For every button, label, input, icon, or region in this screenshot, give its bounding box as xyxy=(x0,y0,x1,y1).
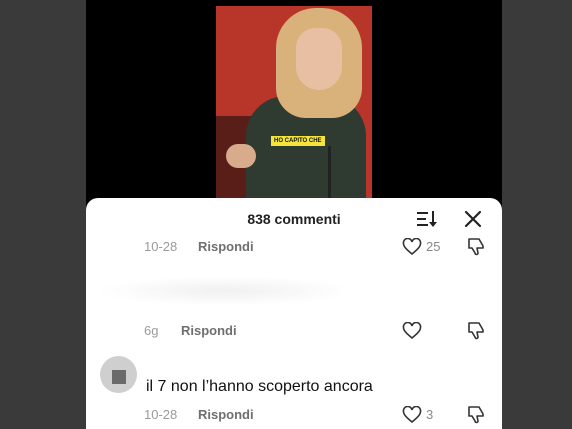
comment-date: 6g xyxy=(144,323,159,338)
dislike-icon[interactable] xyxy=(466,320,486,340)
background-left xyxy=(0,0,86,429)
heart-icon[interactable] xyxy=(402,322,422,340)
avatar[interactable] xyxy=(100,356,137,393)
comments-count-title: 838 commenti xyxy=(247,211,341,227)
comment-date: 10-28 xyxy=(144,407,178,422)
reply-button[interactable]: Rispondi xyxy=(198,239,254,254)
video-caption: HO CAPITO CHE xyxy=(271,136,325,146)
comment-date: 10-28 xyxy=(144,239,178,254)
video-person-face xyxy=(296,28,342,90)
comment-text: il 7 non l’hanno scoperto ancora xyxy=(146,378,373,395)
background-right xyxy=(502,0,572,429)
microphone xyxy=(328,146,331,198)
dislike-icon[interactable] xyxy=(466,404,486,424)
comments-sheet: 838 commenti 10-28 Rispondi 25 6g Rispon… xyxy=(86,198,502,429)
close-icon[interactable] xyxy=(464,210,482,228)
avatar-image xyxy=(112,370,126,384)
dislike-icon[interactable] xyxy=(466,236,486,256)
video-player[interactable]: HO CAPITO CHE xyxy=(216,6,372,198)
sort-icon[interactable] xyxy=(416,210,438,228)
video-person-hand xyxy=(226,144,256,168)
phone-screen: HO CAPITO CHE 838 commenti 10-28 Rispond… xyxy=(86,0,502,429)
like-count: 25 xyxy=(426,239,441,254)
reply-button[interactable]: Rispondi xyxy=(181,323,237,338)
reply-button[interactable]: Rispondi xyxy=(198,407,254,422)
blurred-comment xyxy=(96,276,356,306)
like-count: 3 xyxy=(426,407,434,422)
heart-icon[interactable] xyxy=(402,406,422,424)
heart-icon[interactable] xyxy=(402,238,422,256)
